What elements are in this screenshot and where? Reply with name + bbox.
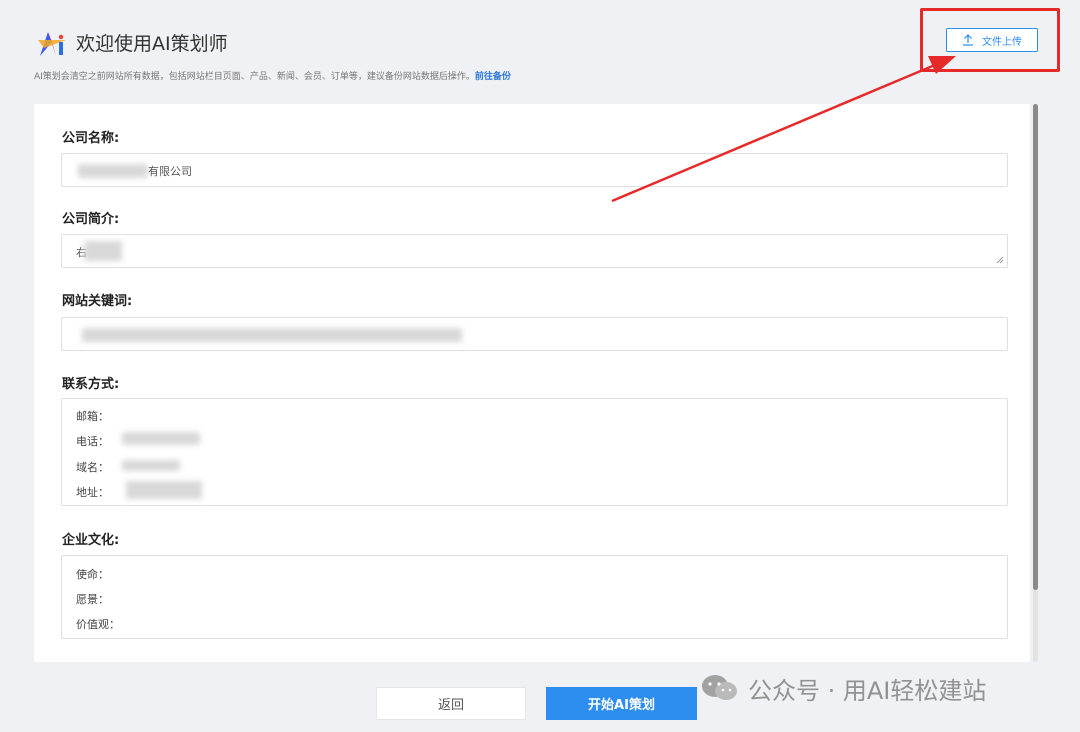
culture-label: 企业文化: (62, 533, 120, 548)
watermark: 公众号 · 用AI轻松建站 (700, 670, 986, 706)
contact-domain-line: 域名： (76, 461, 109, 474)
keywords-input[interactable] (61, 317, 1008, 351)
contact-label: 联系方式: (62, 377, 120, 392)
company-intro-textarea[interactable]: 右 (61, 234, 1008, 268)
contact-textarea[interactable]: 邮箱： 电话： 域名： 地址： (61, 398, 1008, 506)
backup-notice: AI策划会清空之前网站所有数据，包括网站栏目页面、产品、新闻、会员、订单等，建议… (34, 69, 511, 82)
contact-email-line: 邮箱： (76, 410, 109, 423)
backup-notice-text: AI策划会清空之前网站所有数据，包括网站栏目页面、产品、新闻、会员、订单等，建议… (34, 72, 475, 82)
start-ai-planning-button[interactable]: 开始AI策划 (546, 687, 697, 720)
company-intro-label: 公司简介: (62, 212, 120, 227)
back-button[interactable]: 返回 (376, 687, 526, 720)
redacted-text (126, 481, 202, 499)
resize-handle-icon[interactable] (996, 256, 1004, 264)
culture-textarea[interactable]: 使命： 愿景： 价值观： (61, 555, 1008, 639)
redacted-text (78, 164, 148, 178)
wechat-icon (702, 675, 737, 700)
scrollbar[interactable] (1033, 104, 1038, 662)
company-name-input[interactable]: 有限公司 (61, 153, 1008, 187)
redacted-text (122, 460, 180, 471)
company-name-label: 公司名称: (62, 131, 120, 146)
culture-values-line: 价值观： (76, 618, 120, 631)
annotation-highlight-box (920, 8, 1060, 72)
culture-mission-line: 使命： (76, 568, 109, 581)
redacted-text (84, 241, 122, 261)
page-title: 欢迎使用AI策划师 (76, 33, 228, 55)
backup-link[interactable]: 前往备份 (475, 72, 511, 82)
keywords-label: 网站关键词: (62, 294, 133, 309)
contact-phone-line: 电话： (76, 435, 109, 448)
company-name-value: 有限公司 (148, 165, 192, 178)
page-header: 欢迎使用AI策划师 AI策划会清空之前网站所有数据，包括网站栏目页面、产品、新闻… (0, 0, 1080, 104)
ai-planner-logo-icon (38, 32, 66, 56)
redacted-text (82, 328, 462, 342)
redacted-text (122, 432, 200, 445)
watermark-text: 公众号 · 用AI轻松建站 (748, 676, 987, 705)
culture-vision-line: 愿景： (76, 593, 109, 606)
contact-address-line: 地址： (76, 486, 109, 499)
scroll-thumb[interactable] (1033, 104, 1038, 590)
